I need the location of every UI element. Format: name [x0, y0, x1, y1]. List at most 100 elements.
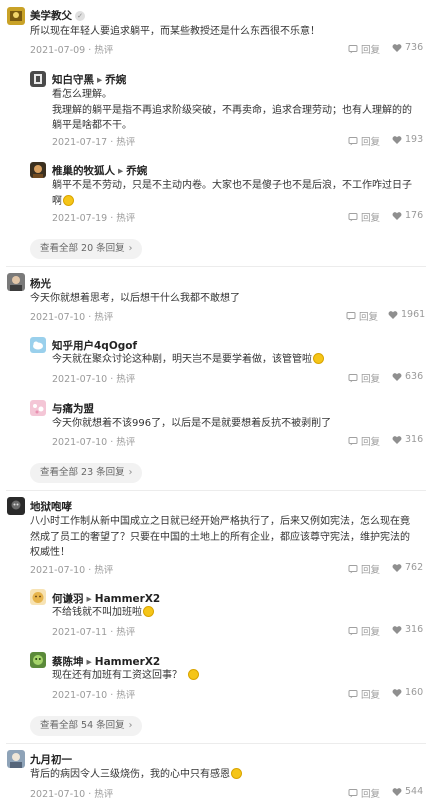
view-all-replies-button[interactable]: 查看全部 20 条回复 › — [30, 239, 143, 259]
author-name[interactable]: 何谦羽 — [52, 593, 84, 605]
reply-button[interactable]: 回复 — [348, 371, 380, 385]
divider — [6, 490, 426, 491]
comment-date: 2021-07-09 — [30, 45, 86, 56]
reply-text: 今天你就想着不该996了，以后是不是就要想着反抗不被剥削了 — [52, 418, 332, 429]
comment-icon — [348, 690, 358, 699]
comment-text: 所以现在年轻人要追求躺平，而某些教授还是什么东西很不乐意！ — [30, 26, 320, 37]
like-button[interactable]: 1961 — [388, 309, 425, 320]
reply-button[interactable]: 回复 — [348, 786, 380, 800]
comment-icon — [348, 627, 358, 636]
like-button[interactable]: 316 — [392, 434, 423, 445]
reply-button[interactable]: 回复 — [348, 562, 380, 576]
reply-arrow-icon: ▸ — [86, 656, 92, 668]
view-all-replies-button[interactable]: 查看全部 23 条回复 › — [30, 463, 143, 483]
author-name[interactable]: 知乎用户4qOgof — [52, 340, 137, 352]
like-button[interactable]: 316 — [392, 624, 423, 635]
reply-arrow-icon: ▸ — [97, 74, 103, 86]
reply-button[interactable]: 回复 — [348, 624, 380, 638]
heart-icon — [392, 688, 402, 697]
like-button[interactable]: 160 — [392, 687, 423, 698]
comment-text: 今天你就想着思考，以后想干什么我都不敢想了 — [30, 293, 240, 304]
emoji-icon — [63, 194, 74, 206]
reply-meta: 2021-07-10 · 热评 — [52, 437, 136, 448]
reply-author[interactable]: 知白守黑 ▸ 乔婉 — [52, 72, 126, 87]
comment-author[interactable]: 九月初一 — [30, 752, 72, 767]
avatar[interactable] — [7, 7, 25, 25]
comment-author[interactable]: 杨光 — [30, 276, 51, 291]
comment-meta: 2021-07-10 · 热评 — [30, 789, 114, 800]
view-all-replies-button[interactable]: 查看全部 54 条回复 › — [30, 716, 143, 736]
reply-arrow-icon: ▸ — [86, 593, 92, 605]
author-name[interactable]: 知白守黑 — [52, 74, 94, 86]
comment-text: 八小时工作制从新中国成立之日就已经开始严格执行了，后来又例如宪法，怎么现在竟 然… — [30, 516, 410, 558]
avatar[interactable] — [30, 71, 46, 87]
avatar[interactable] — [30, 652, 46, 668]
reply-button[interactable]: 回复 — [348, 434, 380, 448]
avatar[interactable] — [30, 400, 46, 416]
like-button[interactable]: 193 — [392, 134, 423, 145]
reply-author[interactable]: 蔡陈坤 ▸ HammerX2 — [52, 654, 160, 669]
heart-icon — [392, 372, 402, 381]
reply-author[interactable]: 与痛为盟 — [52, 401, 94, 416]
reply-arrow-icon: ▸ — [118, 165, 124, 177]
like-button[interactable]: 762 — [392, 562, 423, 573]
comment-icon — [348, 565, 358, 574]
heart-icon — [392, 787, 402, 796]
reply-button[interactable]: 回复 — [348, 42, 380, 56]
comment-author[interactable]: 美学教父 ✓ — [30, 8, 85, 23]
reply-to-name[interactable]: 乔婉 — [105, 74, 126, 86]
chevron-right-icon: › — [128, 720, 133, 731]
author-name[interactable]: 与痛为盟 — [52, 403, 94, 415]
chevron-right-icon: › — [128, 243, 133, 254]
divider — [6, 743, 426, 744]
avatar[interactable] — [7, 273, 25, 291]
reply-to-name[interactable]: 乔婉 — [126, 165, 147, 177]
comment-meta: 2021-07-09 · 热评 — [30, 45, 114, 56]
comment-icon — [346, 312, 356, 321]
comment-icon — [348, 437, 358, 446]
reply-text: 现在还有加班有工资这回事？ — [52, 668, 199, 684]
avatar[interactable] — [30, 162, 46, 178]
reply-to-name[interactable]: HammerX2 — [95, 593, 160, 605]
author-name[interactable]: 九月初一 — [30, 754, 72, 766]
reply-button[interactable]: 回复 — [348, 134, 380, 148]
reply-author[interactable]: 何谦羽 ▸ HammerX2 — [52, 591, 160, 606]
verified-badge-icon: ✓ — [75, 11, 85, 21]
comment-text: 背后的病因令人三级烧伤，我的心中只有感恩 — [30, 767, 242, 783]
reply-button[interactable]: 回复 — [348, 210, 380, 224]
author-name[interactable]: 椎巢的牧狐人 — [52, 165, 115, 177]
reply-meta: 2021-07-10 · 热评 — [52, 690, 136, 701]
avatar[interactable] — [7, 497, 25, 515]
avatar[interactable] — [30, 337, 46, 353]
reply-text: 看怎么理解。 我理解的躺平是指不再追求阶级突破，不再卖命，追求合理劳动；也有人理… — [52, 89, 412, 131]
avatar[interactable] — [7, 750, 25, 768]
comment-author[interactable]: 地狱咆哮 — [30, 499, 72, 514]
author-name[interactable]: 地狱咆哮 — [30, 501, 72, 513]
reply-author[interactable]: 知乎用户4qOgof — [52, 338, 137, 353]
comment-icon — [348, 45, 358, 54]
reply-to-name[interactable]: HammerX2 — [95, 656, 160, 668]
like-button[interactable]: 736 — [392, 42, 423, 53]
reply-author[interactable]: 椎巢的牧狐人 ▸ 乔婉 — [52, 163, 147, 178]
heart-icon — [388, 310, 398, 319]
heart-icon — [392, 563, 402, 572]
comment-icon — [348, 137, 358, 146]
reply-meta: 2021-07-10 · 热评 — [52, 374, 136, 385]
emoji-icon — [143, 606, 154, 617]
heart-icon — [392, 211, 402, 220]
heart-icon — [392, 43, 402, 52]
like-button[interactable]: 176 — [392, 210, 423, 221]
like-button[interactable]: 544 — [392, 786, 423, 797]
like-button[interactable]: 636 — [392, 371, 423, 382]
author-name[interactable]: 蔡陈坤 — [52, 656, 84, 668]
emoji-icon — [188, 669, 199, 680]
comment-meta: 2021-07-10 · 热评 — [30, 565, 114, 576]
avatar[interactable] — [30, 589, 46, 605]
reply-meta: 2021-07-19 · 热评 — [52, 213, 136, 224]
author-name[interactable]: 杨光 — [30, 278, 51, 290]
reply-button[interactable]: 回复 — [348, 687, 380, 701]
reply-text: 不给钱就不叫加班啦 — [52, 605, 154, 621]
comment-icon — [348, 789, 358, 798]
author-name[interactable]: 美学教父 — [30, 10, 72, 22]
reply-button[interactable]: 回复 — [346, 309, 378, 323]
